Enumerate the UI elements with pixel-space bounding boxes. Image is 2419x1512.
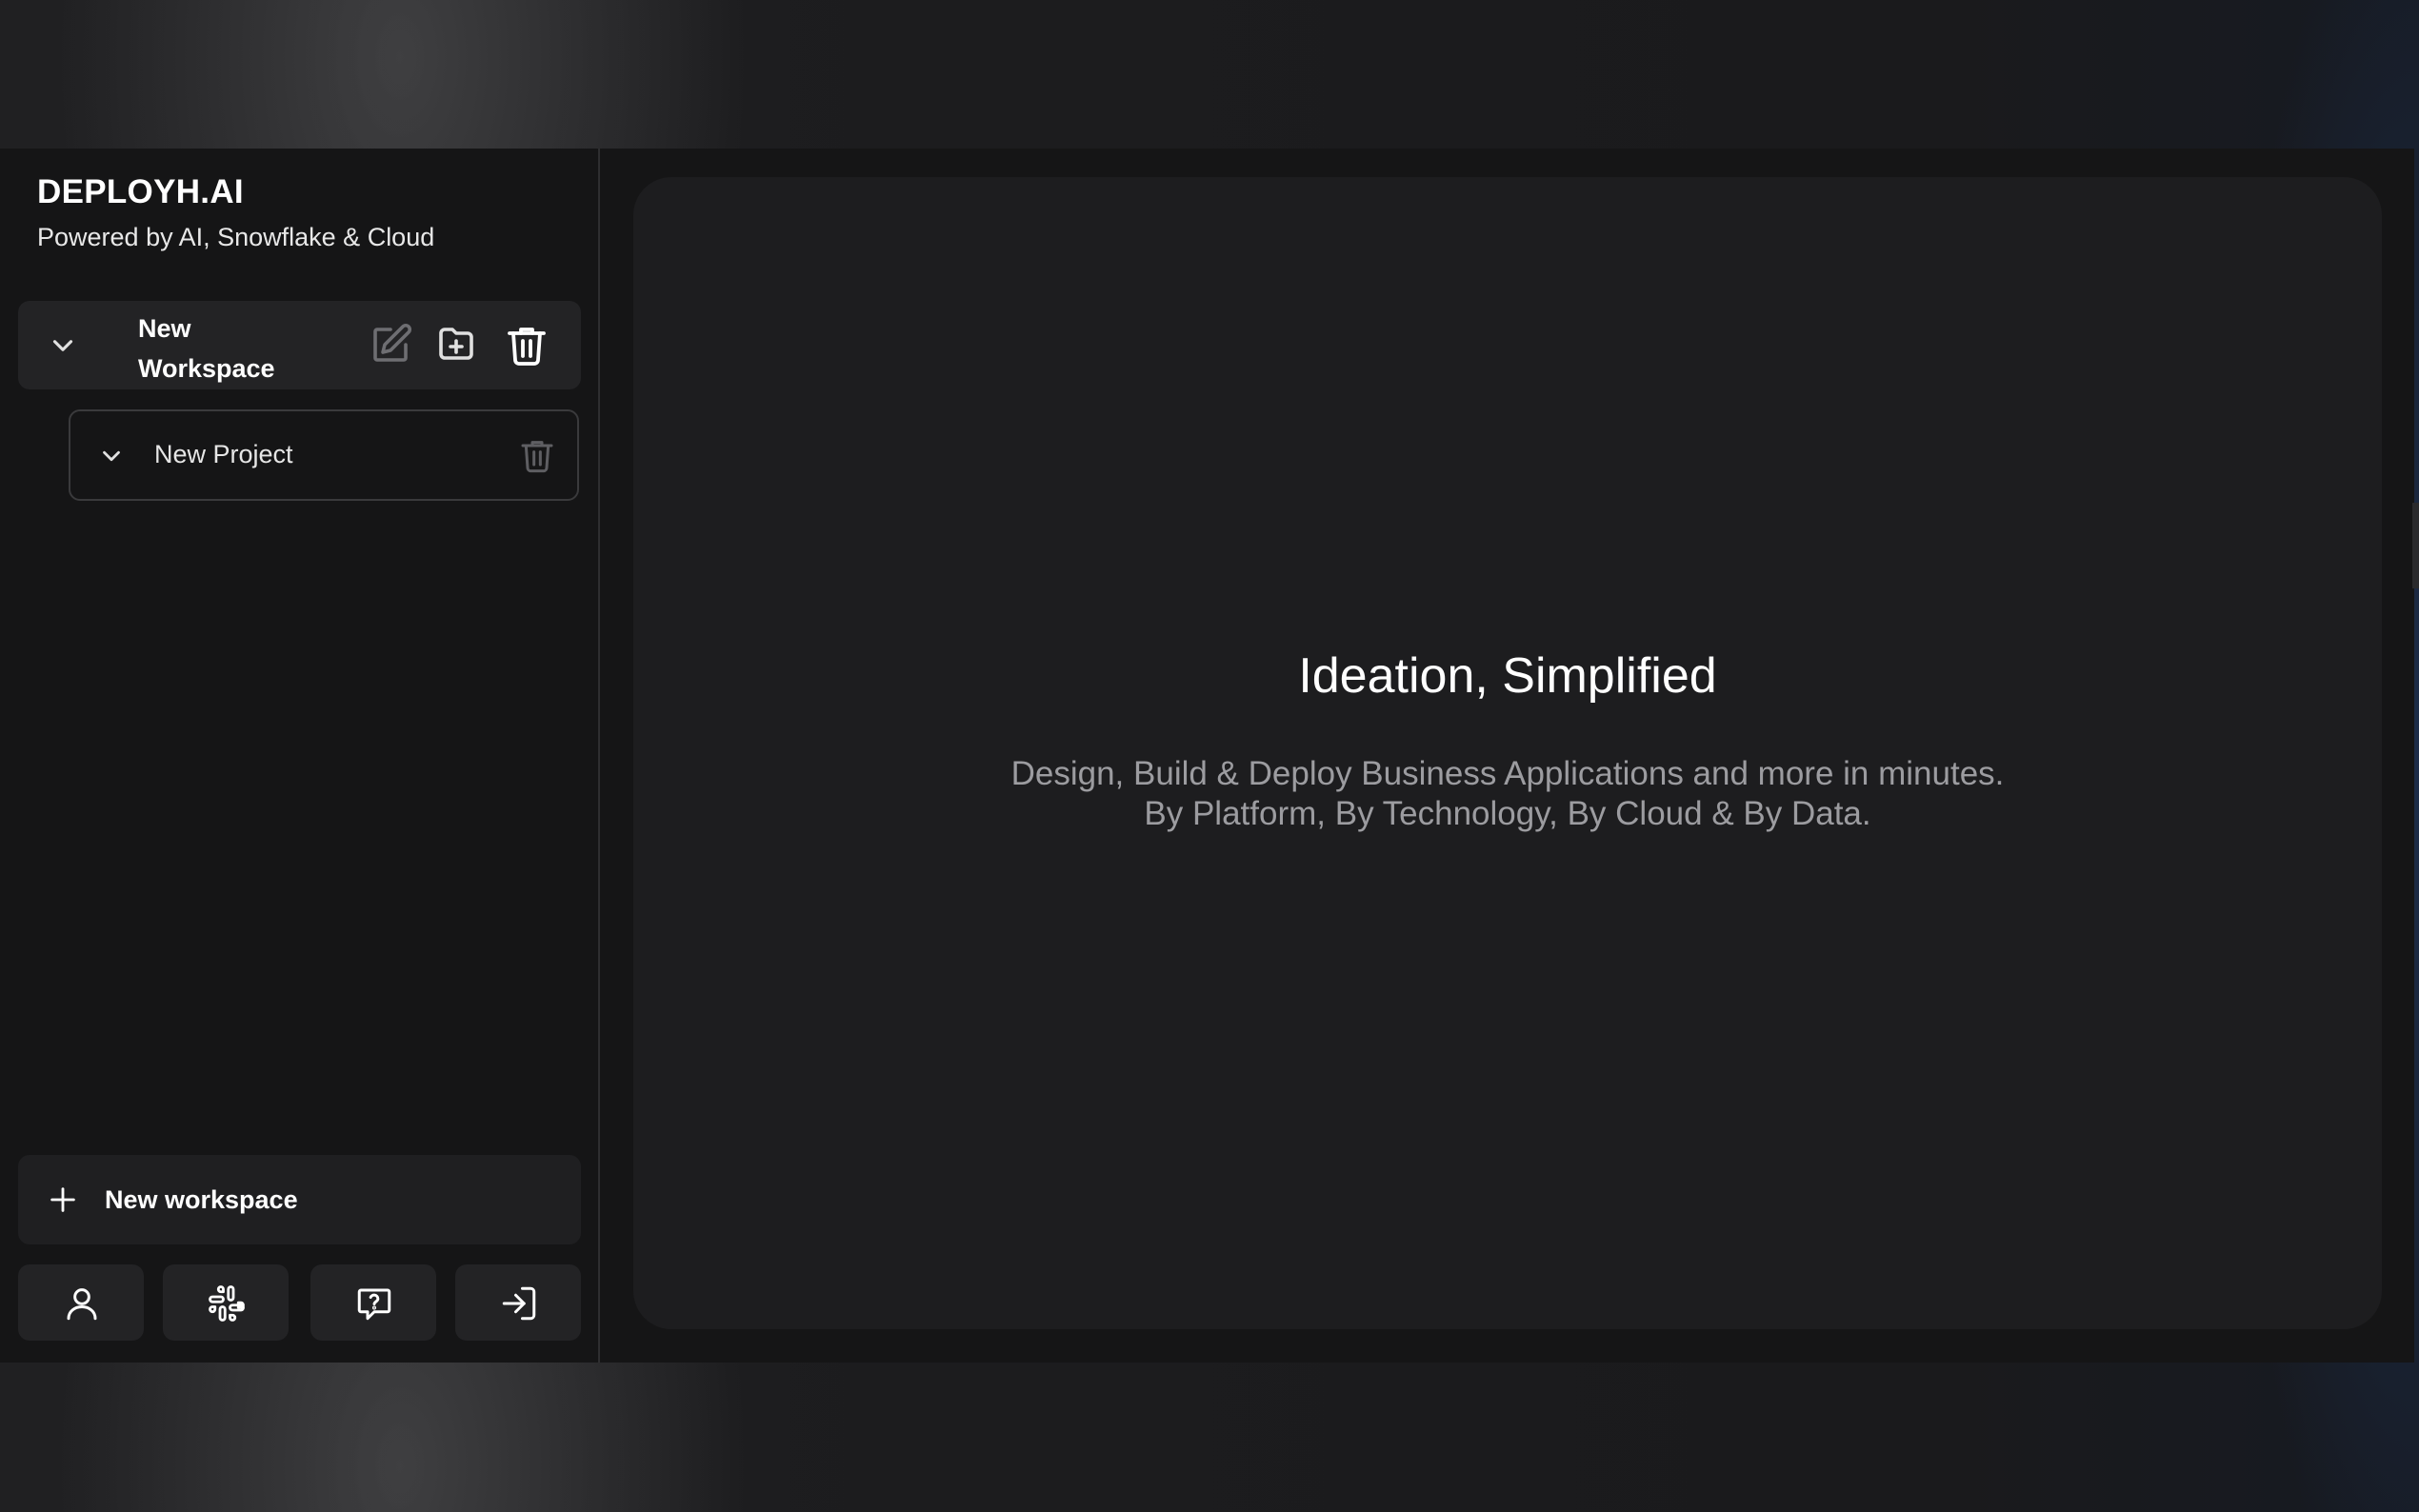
app-window: DEPLOYH.AI Powered by AI, Snowflake & Cl… [0,149,2414,1363]
main-panel: Ideation, Simplified Design, Build & Dep… [633,177,2382,1329]
edit-icon[interactable] [368,322,413,368]
workspace-name-line2: Workspace [138,354,275,383]
scrollbar-handle[interactable] [2412,503,2419,588]
chevron-down-icon[interactable] [97,442,126,470]
hero-subtitle-line2: By Platform, By Technology, By Cloud & B… [1144,795,1871,832]
new-workspace-button[interactable]: New workspace [18,1155,581,1244]
chevron-down-icon[interactable] [47,329,79,362]
hero-title: Ideation, Simplified [1298,648,1717,704]
sidebar: DEPLOYH.AI Powered by AI, Snowflake & Cl… [0,149,600,1363]
trash-icon[interactable] [518,436,556,474]
new-workspace-label: New workspace [105,1185,298,1214]
brand-subtitle: Powered by AI, Snowflake & Cloud [37,223,435,251]
help-chat-icon [357,1288,391,1321]
trash-icon[interactable] [504,322,550,368]
profile-button[interactable] [18,1264,144,1341]
brand-title: DEPLOYH.AI [37,173,244,210]
workspace-name[interactable]: New Workspace [138,308,275,388]
login-button[interactable] [455,1264,581,1341]
slack-icon [209,1285,245,1322]
slack-button[interactable] [163,1264,289,1341]
help-button[interactable] [310,1264,436,1341]
project-item[interactable]: New Project [69,409,579,501]
hero-subtitle-line1: Design, Build & Deploy Business Applicat… [1010,755,2005,792]
project-name[interactable]: New Project [154,440,293,469]
workspace-name-line1: New [138,314,191,343]
workspace-item[interactable]: New Workspace [18,301,581,389]
folder-plus-icon[interactable] [433,322,479,368]
user-icon [67,1288,97,1321]
plus-icon [50,1187,75,1212]
hero-subtitle: Design, Build & Deploy Business Applicat… [633,754,2382,834]
login-icon [502,1286,536,1321]
